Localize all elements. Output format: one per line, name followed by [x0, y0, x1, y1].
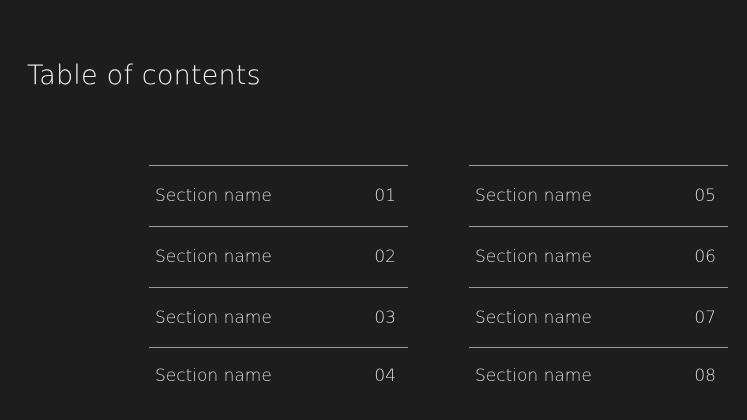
toc-item-03[interactable]: Section name 03 — [149, 287, 408, 347]
toc-item-label: Section name — [155, 247, 272, 267]
toc-item-number: 07 — [694, 307, 716, 328]
toc-item-02[interactable]: Section name 02 — [149, 226, 408, 287]
toc-item-number: 03 — [374, 307, 396, 328]
toc-item-01[interactable]: Section name 01 — [149, 165, 408, 226]
toc-item-number: 08 — [694, 365, 716, 386]
toc-item-label: Section name — [475, 186, 592, 206]
toc-item-number: 05 — [694, 186, 716, 206]
toc-item-label: Section name — [475, 307, 592, 328]
toc-item-05[interactable]: Section name 05 — [469, 165, 728, 226]
toc-item-number: 02 — [374, 247, 396, 267]
toc-item-07[interactable]: Section name 07 — [469, 287, 728, 347]
toc-item-04[interactable]: Section name 04 — [149, 347, 408, 403]
page-title: Table of contents — [27, 60, 261, 91]
toc-item-label: Section name — [155, 186, 272, 206]
toc-item-label: Section name — [155, 365, 272, 386]
toc-item-number: 04 — [374, 365, 396, 386]
toc-item-label: Section name — [475, 365, 592, 386]
toc-item-06[interactable]: Section name 06 — [469, 226, 728, 287]
toc-item-08[interactable]: Section name 08 — [469, 347, 728, 403]
toc-item-number: 01 — [374, 186, 396, 206]
toc-item-label: Section name — [155, 307, 272, 328]
toc-item-number: 06 — [694, 247, 716, 267]
toc-item-label: Section name — [475, 247, 592, 267]
